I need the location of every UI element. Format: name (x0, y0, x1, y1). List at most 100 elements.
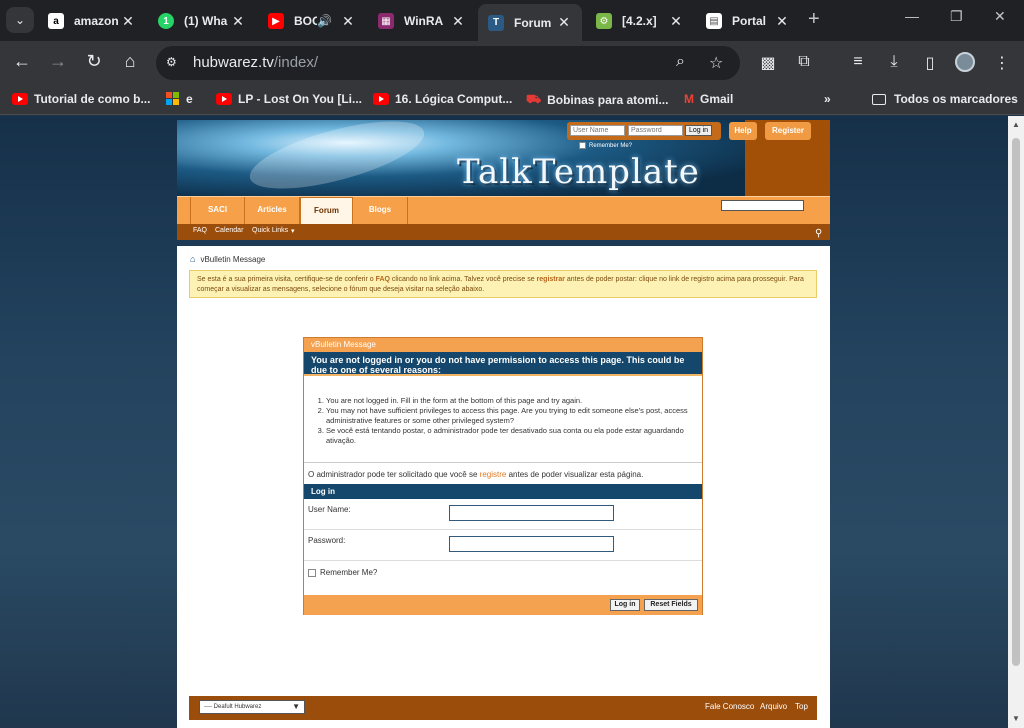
username-input[interactable] (449, 505, 614, 521)
register-button[interactable]: Register (765, 122, 811, 140)
search-icon[interactable]: ⚲ (815, 228, 822, 239)
reset-fields-button[interactable]: Reset Fields (644, 599, 698, 611)
bookmark-item[interactable]: 16. Lógica Comput... (373, 92, 512, 106)
new-tab-icon[interactable]: + (808, 8, 820, 31)
tab-title: [4.2.x] (622, 14, 657, 28)
site-logo[interactable]: TalkTemplate (457, 152, 700, 192)
close-icon[interactable]: ✕ (668, 13, 684, 30)
extensions-icon[interactable]: ⧉ (794, 53, 814, 71)
url-path: /index/ (273, 54, 319, 71)
tab-articles[interactable]: Articles (245, 197, 300, 225)
tab-blogs[interactable]: Blogs (353, 197, 408, 225)
bookmark-item[interactable]: ⛟ Bobinas para atomi... (526, 92, 668, 108)
close-icon[interactable]: ✕ (230, 13, 246, 30)
menu-icon[interactable]: ⋮ (992, 53, 1012, 73)
close-icon[interactable]: ✕ (340, 13, 356, 30)
note-text-1: O administrador pode ter solicitado que … (308, 470, 480, 479)
all-bookmarks-label: Todos os marcadores (894, 92, 1018, 106)
tab-winrar[interactable]: ▦ WinRA ✕ (368, 6, 476, 36)
style-select-value: ---- Deafult Hubwarez (204, 704, 262, 710)
notice-register-link[interactable]: registrar (537, 276, 565, 283)
browser-toolbar: ← → ↻ ⌂ ⚙ hubwarez.tv/index/ ⌕ ☆ ▩ ⧉ ≡ ⤓… (0, 41, 1024, 85)
style-select[interactable]: ---- Deafult Hubwarez ▼ (199, 700, 305, 714)
footer-contact-link[interactable]: Fale Conosco (705, 702, 754, 711)
amazon-icon: a (48, 13, 64, 29)
site-info-icon[interactable]: ⚙ (166, 55, 182, 71)
scroll-down-icon[interactable]: ▼ (1012, 714, 1020, 723)
subnav-faq[interactable]: FAQ (193, 227, 207, 234)
minimize-icon[interactable]: — (905, 8, 919, 24)
whatsapp-icon: 1 (158, 13, 174, 29)
speaker-icon[interactable]: 🔊 (317, 14, 332, 28)
scroll-up-icon[interactable]: ▲ (1012, 120, 1020, 129)
tab-saci[interactable]: SACI (190, 197, 245, 225)
bookmark-item[interactable]: M Gmail (684, 92, 733, 106)
reload-icon[interactable]: ↻ (82, 51, 106, 72)
restore-icon[interactable]: ❐ (950, 8, 963, 25)
tab-search-button[interactable]: ⌄ (6, 7, 34, 33)
media-icon[interactable]: ≡ (848, 53, 868, 71)
scrollbar-thumb[interactable] (1012, 138, 1020, 666)
site-search-input[interactable] (721, 200, 804, 211)
download-icon[interactable]: ⤓ (884, 53, 904, 71)
password-row: Password: (304, 530, 702, 561)
notice-text-2: clicando no link acima. Talvez você prec… (389, 276, 537, 283)
close-icon[interactable]: ✕ (450, 13, 466, 30)
home-icon[interactable]: ⌂ (118, 51, 142, 72)
close-icon[interactable]: ✕ (556, 14, 572, 31)
login-button[interactable]: Log in (610, 599, 640, 611)
banner-glow (243, 120, 431, 196)
microsoft-icon (166, 92, 180, 106)
message-reasons: You are not logged in. Fill in the form … (304, 376, 702, 462)
welcome-notice: Se esta é a sua primeira visita, certifi… (189, 270, 817, 298)
star-icon[interactable]: ☆ (709, 53, 723, 73)
back-icon[interactable]: ← (10, 51, 34, 72)
tab-android[interactable]: ⚙ [4.2.x] ✕ (586, 6, 694, 36)
chevron-down-icon: ▼ (292, 702, 300, 711)
all-bookmarks-folder[interactable]: Todos os marcadores (872, 92, 1018, 106)
more-bookmarks-icon[interactable]: » (824, 92, 831, 106)
footer-top-link[interactable]: Top (795, 702, 808, 711)
remember-checkbox[interactable] (579, 142, 586, 149)
remember-me-checkbox[interactable] (308, 569, 316, 577)
header-remember-me[interactable]: Remember Me? (579, 142, 632, 149)
home-icon[interactable]: ⌂ (190, 254, 195, 264)
subnav-quick-links[interactable]: Quick Links (252, 227, 288, 234)
note-text-2: antes de poder visualizar esta página. (506, 470, 644, 479)
remember-label: Remember Me? (589, 142, 633, 149)
close-icon[interactable]: ✕ (120, 13, 136, 30)
close-icon[interactable]: ✕ (774, 13, 790, 30)
bookmark-item[interactable]: e (166, 92, 193, 106)
bookmark-item[interactable]: Tutorial de como b... (12, 92, 150, 106)
site-header: TalkTemplate Log in Remember Me? Help Re… (177, 120, 830, 196)
help-button[interactable]: Help (729, 122, 757, 140)
address-bar[interactable]: ⚙ hubwarez.tv/index/ ⌕ ☆ (156, 46, 740, 80)
qr-code-icon[interactable]: ▩ (758, 53, 778, 73)
header-login-button[interactable]: Log in (685, 125, 712, 136)
tab-youtube[interactable]: ▶ BOO 🔊 ✕ (258, 6, 366, 36)
tab-whatsapp[interactable]: 1 (1) Wha ✕ (148, 6, 256, 36)
footer-archive-link[interactable]: Arquivo (760, 702, 787, 711)
android-icon: ⚙ (596, 13, 612, 29)
remember-me-label: Remember Me? (320, 568, 378, 577)
reason-item: You may not have sufficient privileges t… (326, 406, 690, 426)
zoom-icon[interactable]: ⌕ (676, 53, 685, 71)
notice-faq-link[interactable]: FAQ (376, 276, 390, 283)
header-password-input[interactable] (628, 125, 683, 136)
header-username-input[interactable] (570, 125, 625, 136)
url-text[interactable]: hubwarez.tv/index/ (193, 54, 318, 71)
forward-icon[interactable]: → (46, 51, 70, 72)
page-scrollbar[interactable]: ▲ ▼ (1008, 116, 1024, 728)
tab-amazon[interactable]: a amazon ✕ (38, 6, 146, 36)
tab-forum-nav[interactable]: Forum (300, 197, 353, 225)
close-window-icon[interactable]: ✕ (994, 8, 1006, 25)
side-panel-icon[interactable]: ▯ (920, 53, 940, 73)
profile-avatar[interactable] (955, 52, 975, 72)
caret-down-icon[interactable]: ▾ (291, 227, 295, 235)
subnav-calendar[interactable]: Calendar (215, 227, 243, 234)
password-input[interactable] (449, 536, 614, 552)
tab-forum[interactable]: T Forum ✕ (478, 4, 582, 41)
register-link[interactable]: registre (480, 470, 507, 479)
bookmark-item[interactable]: LP - Lost On You [Li... (216, 92, 362, 106)
tab-portal[interactable]: ▤ Portal ✕ (696, 6, 800, 36)
